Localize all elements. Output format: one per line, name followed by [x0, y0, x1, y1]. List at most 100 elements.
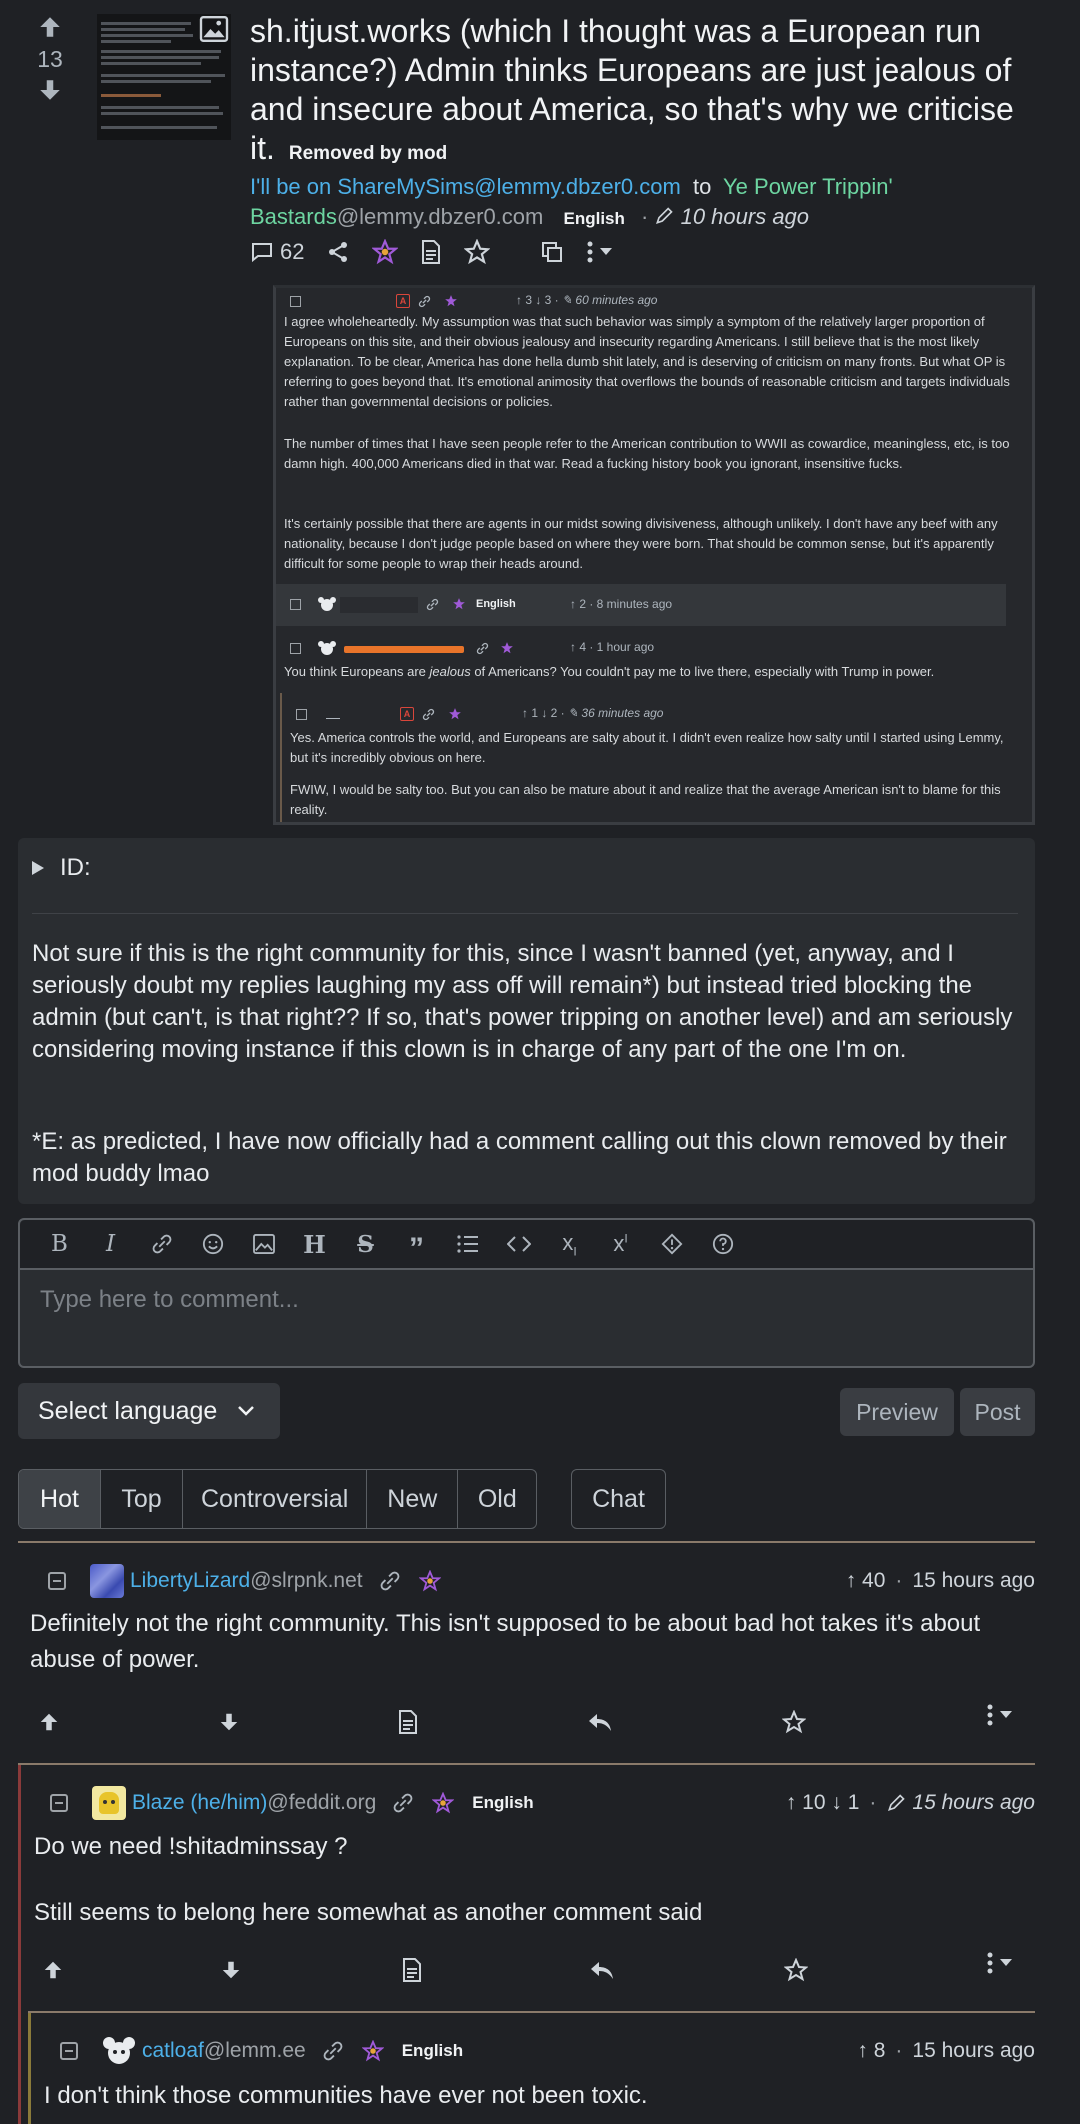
- avatar[interactable]: [90, 1564, 124, 1598]
- comment-header: catloaf @lemm.ee English ↑ 8 · 15 hours a…: [60, 2033, 1035, 2069]
- link-icon[interactable]: [322, 2040, 344, 2062]
- post-title[interactable]: sh.itjust.works (which I thought was a E…: [250, 12, 1050, 173]
- more-vertical-icon: [587, 241, 593, 263]
- comment-header: LibertyLizard @slrpnk.net ↑ 40 · 15 hours…: [48, 1563, 1035, 1599]
- post-vote-column: 13: [30, 14, 70, 103]
- mini-collapse-icon: [290, 296, 301, 307]
- removed-badge: Removed by mod: [288, 143, 448, 164]
- comment-votes: ↑ 10 ↓ 1: [785, 1791, 860, 1814]
- spoiler-icon[interactable]: [646, 1219, 697, 1269]
- superscript-icon[interactable]: xI: [595, 1219, 646, 1269]
- post-time: 10 hours ago: [680, 204, 810, 229]
- fediverse-icon[interactable]: [418, 1570, 441, 1592]
- avatar[interactable]: [92, 1786, 126, 1820]
- screenshot-comment2-row: English ↑ 2 · 8 minutes ago: [276, 584, 1006, 626]
- more-options-button[interactable]: [986, 1952, 1012, 1974]
- tab-controversial[interactable]: Controversial: [183, 1470, 368, 1528]
- upload-image-icon[interactable]: [238, 1219, 289, 1269]
- comments-separator: [18, 1541, 1035, 1543]
- tab-new[interactable]: New: [367, 1470, 459, 1528]
- subscript-icon[interactable]: xI: [544, 1219, 595, 1269]
- link-icon[interactable]: [136, 1219, 187, 1269]
- caret-down-icon: [1000, 1959, 1012, 1966]
- post-score: 13: [37, 46, 63, 72]
- collapse-icon[interactable]: [48, 1572, 66, 1590]
- comment-editor: B I H S ” xI xI Type here to comment...: [18, 1218, 1035, 1368]
- comment-body: I don't think those communities have eve…: [44, 2082, 648, 2109]
- screenshot-comment1-meta: ↑ 3 ↓ 3 · ✎ 60 minutes ago: [516, 293, 658, 307]
- view-source-icon[interactable]: [398, 1710, 418, 1734]
- comment-author[interactable]: LibertyLizard: [130, 1569, 250, 1593]
- downvote-icon[interactable]: [30, 77, 70, 103]
- save-star-icon[interactable]: [464, 239, 491, 265]
- edit-pencil-icon: [656, 207, 674, 224]
- post-language: English: [563, 209, 625, 228]
- post-body-card: ID: Not sure if this is the right commun…: [18, 838, 1035, 1204]
- upvote-icon[interactable]: [42, 1959, 64, 1981]
- caret-down-icon: [1000, 1711, 1012, 1718]
- post-thumbnail[interactable]: [97, 14, 231, 140]
- post-body-paragraph-1: Not sure if this is the right community …: [32, 940, 1013, 1063]
- caret-down-icon: [600, 248, 613, 255]
- tab-hot[interactable]: Hot: [19, 1470, 101, 1528]
- view-source-icon[interactable]: [402, 1958, 422, 1982]
- fediverse-icon[interactable]: [432, 1792, 455, 1814]
- tab-top[interactable]: Top: [101, 1470, 183, 1528]
- help-icon[interactable]: [697, 1219, 748, 1269]
- bold-icon[interactable]: B: [34, 1219, 85, 1269]
- share-icon[interactable]: [326, 240, 350, 264]
- quote-icon[interactable]: ”: [391, 1219, 442, 1269]
- screenshot-comment4-p1: Yes. America controls the world, and Eur…: [290, 730, 1004, 765]
- upvote-icon[interactable]: [38, 1711, 60, 1733]
- collapse-icon[interactable]: [50, 1794, 68, 1812]
- fediverse-icon[interactable]: [361, 2040, 384, 2062]
- italic-icon[interactable]: I: [85, 1219, 136, 1269]
- more-options-button[interactable]: [986, 1704, 1012, 1726]
- more-options-button[interactable]: [586, 241, 613, 263]
- collapse-icon[interactable]: [60, 2042, 78, 2060]
- mini-avatar-icon: [318, 597, 336, 611]
- image-icon: [199, 16, 229, 42]
- post-action-bar: 62: [250, 236, 613, 268]
- language-select[interactable]: Select language: [18, 1383, 280, 1439]
- header-icon[interactable]: H: [289, 1219, 340, 1269]
- copy-icon[interactable]: [540, 240, 564, 264]
- save-star-icon[interactable]: [782, 1710, 806, 1734]
- comment-author[interactable]: catloaf: [142, 2039, 204, 2063]
- more-vertical-icon: [987, 1704, 993, 1726]
- comments-count-button[interactable]: 62: [250, 239, 304, 265]
- chevron-down-icon: [238, 1406, 255, 1416]
- mini-fediverse-icon: [445, 295, 457, 307]
- reply-icon[interactable]: [590, 1960, 614, 1980]
- comment-votes: ↑ 40: [845, 1569, 886, 1592]
- fediverse-icon[interactable]: [372, 239, 399, 265]
- chat-button[interactable]: Chat: [571, 1469, 666, 1529]
- reply-icon[interactable]: [588, 1712, 612, 1732]
- preview-button[interactable]: Preview: [840, 1388, 954, 1436]
- code-icon[interactable]: [493, 1219, 544, 1269]
- downvote-icon[interactable]: [220, 1959, 242, 1981]
- comment-input[interactable]: Type here to comment...: [40, 1286, 299, 1314]
- upvote-icon[interactable]: [30, 14, 70, 40]
- post-author-link[interactable]: I'll be on ShareMySims@lemmy.dbzer0.com: [250, 174, 681, 199]
- triangle-right-icon: [32, 861, 44, 875]
- comment-icon: [252, 243, 272, 263]
- link-icon[interactable]: [379, 1570, 401, 1592]
- emoji-icon[interactable]: [187, 1219, 238, 1269]
- strikethrough-icon[interactable]: S: [340, 1219, 391, 1269]
- screenshot-comment4-meta: ↑ 1 ↓ 2 · ✎ 36 minutes ago: [522, 706, 664, 720]
- avatar[interactable]: [102, 2036, 136, 2066]
- link-icon[interactable]: [392, 1792, 414, 1814]
- comment-body: Definitely not the right community. This…: [30, 1610, 981, 1673]
- redacted-username-bar: [344, 646, 464, 653]
- tab-old[interactable]: Old: [458, 1470, 536, 1528]
- post-embedded-screenshot[interactable]: A ↑ 3 ↓ 3 · ✎ 60 minutes ago I agree who…: [273, 285, 1035, 825]
- comment-author[interactable]: Blaze (he/him): [132, 1791, 267, 1815]
- view-source-icon[interactable]: [420, 240, 442, 264]
- downvote-icon[interactable]: [218, 1711, 240, 1733]
- mini-link-icon: [418, 295, 431, 308]
- post-button[interactable]: Post: [960, 1388, 1035, 1436]
- save-star-icon[interactable]: [784, 1958, 808, 1982]
- id-summary-toggle[interactable]: ID:: [32, 854, 91, 882]
- list-icon[interactable]: [442, 1219, 493, 1269]
